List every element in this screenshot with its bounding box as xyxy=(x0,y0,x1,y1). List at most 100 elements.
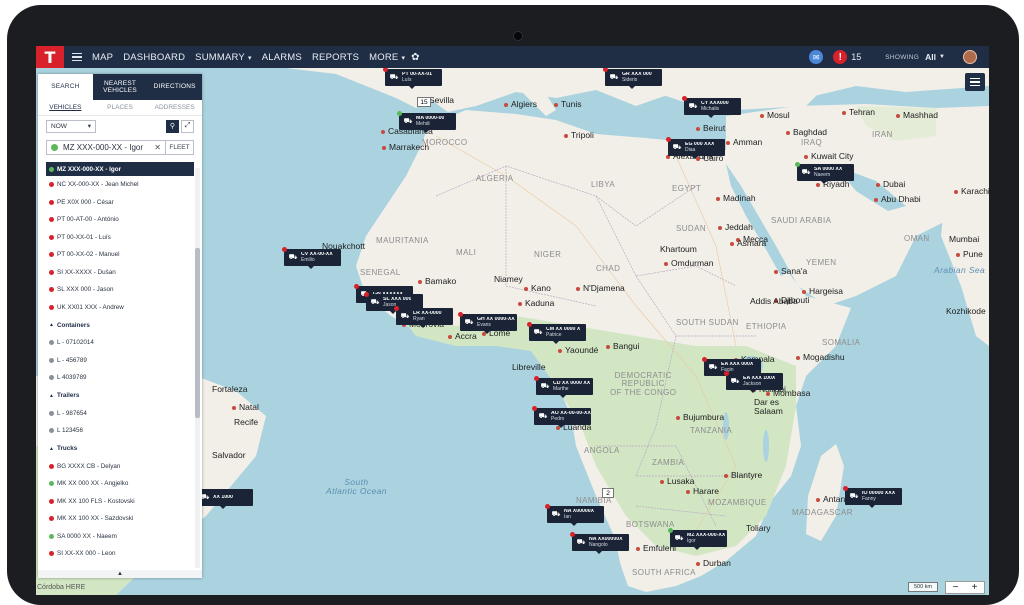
list-group-header[interactable]: ▲ Trailers xyxy=(46,387,194,405)
vehicle-marker[interactable]: ⛟ IO 00000 XXX Fanny xyxy=(843,486,902,508)
clear-icon[interactable]: ✕ xyxy=(154,143,161,152)
scrollbar-thumb[interactable] xyxy=(195,248,200,418)
messages-icon[interactable]: ✉ xyxy=(809,50,824,64)
map-label-sanaa: Sana'a xyxy=(774,266,807,276)
list-item[interactable]: PT 00-XX-01 - Luís xyxy=(46,229,194,247)
vehicle-marker[interactable]: ⛟ CM XX 0000 X Patrice xyxy=(527,322,586,344)
marker-text: XX 1000 xyxy=(213,495,233,500)
vehicle-marker[interactable]: ⛟ XX 1000 xyxy=(194,487,253,509)
subtab-places[interactable]: PLACES xyxy=(93,104,148,111)
list-item-label: L - 987654 xyxy=(57,409,87,417)
showing-select[interactable]: All xyxy=(925,52,936,62)
list-item[interactable]: SI XX-XXXX - Dušan xyxy=(46,264,194,282)
map-label-bujumbura: Bujumbura xyxy=(676,412,724,422)
list-item[interactable]: UK XX01 XXX - Andrew xyxy=(46,299,194,317)
vehicle-marker[interactable]: ⛟ NA X00000X Ian xyxy=(545,504,604,526)
vehicle-search-input[interactable]: MZ XXX-000-XX - Igor ✕ xyxy=(46,139,166,155)
status-dot xyxy=(364,292,369,297)
layers-menu-button[interactable] xyxy=(965,73,985,91)
vehicle-marker[interactable]: ⛟ SA 0000 XX Naeem xyxy=(795,162,854,184)
expand-icon[interactable]: ⤢ xyxy=(181,119,194,133)
collapse-panel-handle[interactable]: ▲ xyxy=(38,570,202,578)
user-avatar[interactable] xyxy=(963,50,977,64)
zoom-in-button[interactable]: + xyxy=(965,582,984,593)
list-item[interactable]: MK XX 100 FLS - Kostovski xyxy=(46,493,194,511)
nav-map[interactable]: MAP xyxy=(92,52,113,63)
status-dot xyxy=(354,284,359,289)
map-label-natal: Natal xyxy=(232,402,259,412)
list-scrollbar[interactable] xyxy=(195,168,200,568)
list-item[interactable]: MK XX 100 XX - Sazdovski xyxy=(46,510,194,528)
list-item[interactable]: SA 0000 XX - Naeem xyxy=(46,528,194,546)
map-label-zambia: ZAMBIA xyxy=(652,458,685,467)
nav-alarms[interactable]: ALARMS xyxy=(262,52,302,63)
list-group-header[interactable]: ▲ Containers xyxy=(46,316,194,334)
list-item[interactable]: SL XXX 000 - Jason xyxy=(46,281,194,299)
list-item[interactable]: NC XX-000-XX - Jean Michel xyxy=(46,176,194,194)
vehicle-marker[interactable]: ⛟ GR XXX 000 Sideris xyxy=(603,67,662,89)
vehicle-marker[interactable]: ⛟ PT 00-XX-01 Luís xyxy=(383,67,442,89)
list-group-header[interactable]: ▲ Trucks xyxy=(46,440,194,458)
nav-dashboard[interactable]: DASHBOARD xyxy=(123,52,185,63)
status-dot xyxy=(49,516,54,522)
vehicle-marker[interactable]: ⛟ EA XXX 100X Jackson xyxy=(724,371,783,393)
subtab-addresses[interactable]: ADDRESSES xyxy=(147,104,202,111)
top-navigation-bar: T MAP DASHBOARD SUMMARY ▾ ALARMS REPORTS MORE ▾… xyxy=(36,46,989,68)
vehicle-marker[interactable]: ⛟ CY XXX000 Michalis xyxy=(682,96,741,118)
vehicle-marker[interactable]: ⛟ LR XX-0000 Ryan xyxy=(394,306,453,328)
nav-summary[interactable]: SUMMARY ▾ xyxy=(195,52,252,63)
tab-nearest-vehicles[interactable]: NEAREST VEHICLES xyxy=(93,74,148,100)
nav-reports[interactable]: REPORTS xyxy=(312,52,359,63)
list-item[interactable]: L - 987654 xyxy=(46,405,194,423)
map-label-tehran: Tehran xyxy=(842,107,875,117)
subtab-vehicles[interactable]: VEHICLES xyxy=(38,104,93,111)
marker-text: CM XX 0000 X Patrice xyxy=(546,327,580,338)
marker-driver: Naeem xyxy=(814,171,831,178)
marker-text: MZ XXX-000-XX Igor xyxy=(687,533,725,544)
vehicle-marker[interactable]: ⛟ CD XX 0000 XX Marthe xyxy=(534,376,593,398)
hamburger-menu-icon[interactable] xyxy=(72,52,82,62)
status-dot xyxy=(724,371,729,376)
vehicle-marker[interactable]: ⛟ MZ XXX-000-XX Igor xyxy=(668,528,727,550)
gear-icon[interactable]: ✿ xyxy=(411,52,419,63)
list-item[interactable]: L 123456 xyxy=(46,422,194,440)
map-label-mogadishu: Mogadishu xyxy=(796,352,845,362)
chevron-up-icon: ▲ xyxy=(49,445,54,452)
tab-directions[interactable]: DIRECTIONS xyxy=(147,74,202,100)
list-item[interactable]: PT 00-AT-00 - António xyxy=(46,211,194,229)
map-label-south-sudan: SOUTH SUDAN xyxy=(676,318,739,327)
map-label-tunis: Tunis xyxy=(554,99,581,109)
zoom-out-button[interactable]: − xyxy=(946,582,965,593)
map-label-baghdad: Baghdad xyxy=(786,127,827,137)
list-item[interactable]: PE X0X 000 - César xyxy=(46,194,194,212)
chevron-down-icon[interactable]: ▼ xyxy=(939,54,945,60)
vehicle-marker[interactable]: ⛟ NA XX00000X Nangolo xyxy=(570,532,629,554)
tab-search[interactable]: SEARCH xyxy=(38,74,93,100)
truck-icon: ⛟ xyxy=(400,313,410,320)
list-item[interactable]: PT 00-XX-02 - Manuel xyxy=(46,246,194,264)
list-item[interactable]: L 4039789 xyxy=(46,369,194,387)
map-label-medina: Madinah xyxy=(716,193,756,203)
alert-icon[interactable]: ! xyxy=(833,50,848,64)
chevron-up-icon: ▲ xyxy=(49,322,54,328)
list-item[interactable]: MZ XXX-000-XX - Igor xyxy=(46,162,194,176)
app-logo[interactable]: T xyxy=(36,46,64,68)
list-item[interactable]: BG XXXX CB - Delyan xyxy=(46,458,194,476)
list-item[interactable]: MK XX 000 XX - Angjelko xyxy=(46,475,194,493)
map-label-niger: NIGER xyxy=(534,250,562,259)
fleet-button[interactable]: FLEET xyxy=(166,139,194,155)
vehicle-marker[interactable]: ⛟ GH XX 0000-XX Evans xyxy=(458,312,517,334)
panel-tabs: SEARCH NEAREST VEHICLES DIRECTIONS xyxy=(38,74,202,100)
vehicle-marker[interactable]: ⛟ EG 000 XXX Diaa xyxy=(666,137,725,159)
time-select[interactable]: NOW ▾ xyxy=(46,119,96,133)
chevron-down-icon: ▾ xyxy=(87,123,91,130)
vehicle-marker[interactable]: ⛟ AO XX-00-00-XX Pedro xyxy=(532,406,591,428)
nav-more[interactable]: MORE ▾ xyxy=(369,52,405,63)
list-item[interactable]: SI XX-XX 000 - Leon xyxy=(46,545,194,563)
marker-text: EG 000 XXX Diaa xyxy=(685,142,714,153)
list-item[interactable]: L - 07102014 xyxy=(46,334,194,352)
list-item[interactable]: L - 456789 xyxy=(46,352,194,370)
location-pin-icon[interactable]: ⚲ xyxy=(166,119,179,133)
vehicle-marker[interactable]: ⛟ MA 0000-00 Mehdi xyxy=(397,111,456,133)
vehicle-marker[interactable]: ⛟ CV XX-00-XX Emilio xyxy=(282,247,341,269)
